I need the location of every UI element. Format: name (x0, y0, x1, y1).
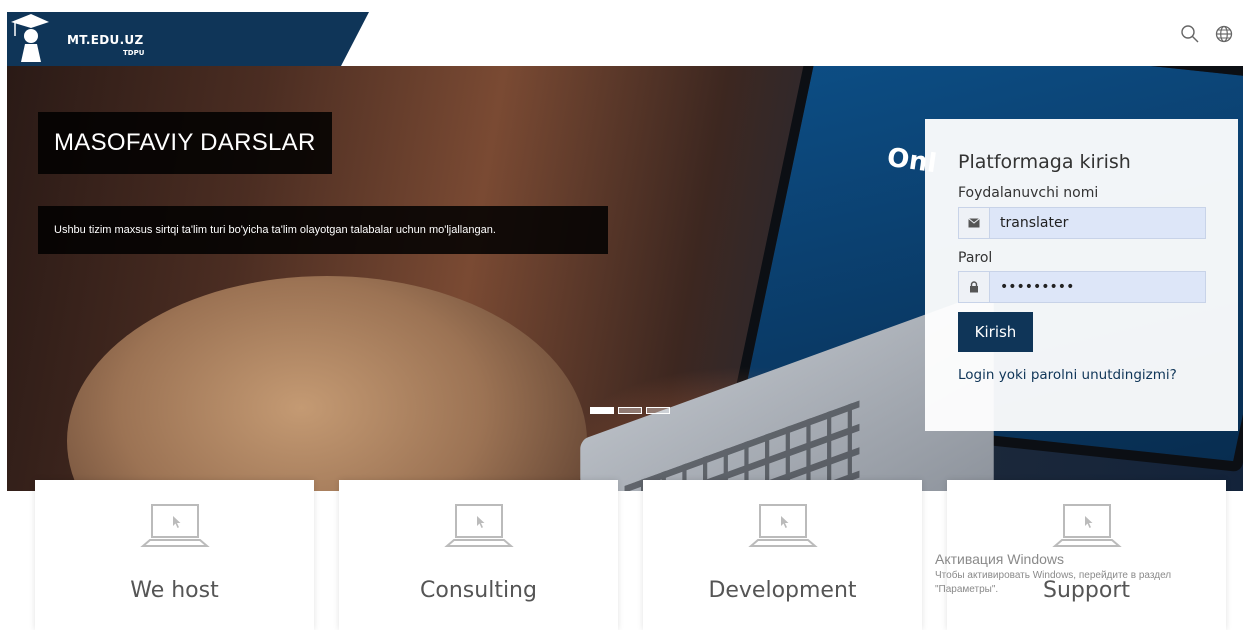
hero-subtitle: Ushbu tizim maxsus sirtqi ta'lim turi bo… (38, 206, 608, 254)
globe-icon[interactable] (1214, 24, 1234, 44)
laptop-icon (748, 504, 818, 547)
password-label: Parol (958, 250, 993, 266)
site-header: MT.EDU.UZ TDPU (0, 0, 1243, 66)
password-field (958, 271, 1206, 303)
slide-indicator-2[interactable] (618, 407, 642, 414)
login-button[interactable]: Kirish (958, 312, 1033, 352)
laptop-icon (444, 504, 514, 547)
laptop-icon (140, 504, 210, 547)
password-input[interactable] (990, 272, 1205, 302)
hero-title: MASOFAVIY DARSLAR (38, 112, 332, 174)
brand-subtitle: TDPU (123, 49, 145, 57)
watermark-title: Активация Windows (935, 551, 1065, 567)
brand-link[interactable]: MT.EDU.UZ TDPU (7, 12, 369, 66)
windows-activation-watermark: Активация Windows Чтобы активировать Win… (935, 551, 1225, 597)
login-panel: Platformaga kirish Foydalanuvchi nomi Pa… (925, 119, 1238, 431)
graduate-logo-icon (11, 14, 49, 62)
brand-title: MT.EDU.UZ (67, 33, 144, 47)
login-heading: Platformaga kirish (958, 151, 1131, 173)
laptop-icon (1052, 504, 1122, 547)
watermark-text: Чтобы активировать Windows, перейдите в … (935, 570, 1172, 595)
username-field (958, 207, 1206, 239)
envelope-icon (959, 208, 990, 238)
lock-icon (959, 272, 990, 302)
feature-card-development[interactable]: Development (643, 480, 922, 630)
brand-banner (7, 12, 369, 66)
feature-card-hosting[interactable]: We host (35, 480, 314, 630)
feature-card-title: Development (708, 578, 857, 603)
slide-indicator-1[interactable] (590, 407, 614, 414)
slide-indicator-3[interactable] (646, 407, 670, 414)
search-icon[interactable] (1180, 24, 1200, 44)
username-label: Foydalanuvchi nomi (958, 185, 1099, 201)
username-input[interactable] (990, 208, 1205, 238)
yarn-image (67, 276, 587, 491)
feature-card-title: We host (130, 578, 219, 603)
feature-card-title: Consulting (420, 578, 537, 603)
forgot-password-link[interactable]: Login yoki parolni unutdingizmi? (958, 367, 1177, 383)
feature-card-consulting[interactable]: Consulting (339, 480, 618, 630)
slider-indicators (590, 407, 670, 414)
